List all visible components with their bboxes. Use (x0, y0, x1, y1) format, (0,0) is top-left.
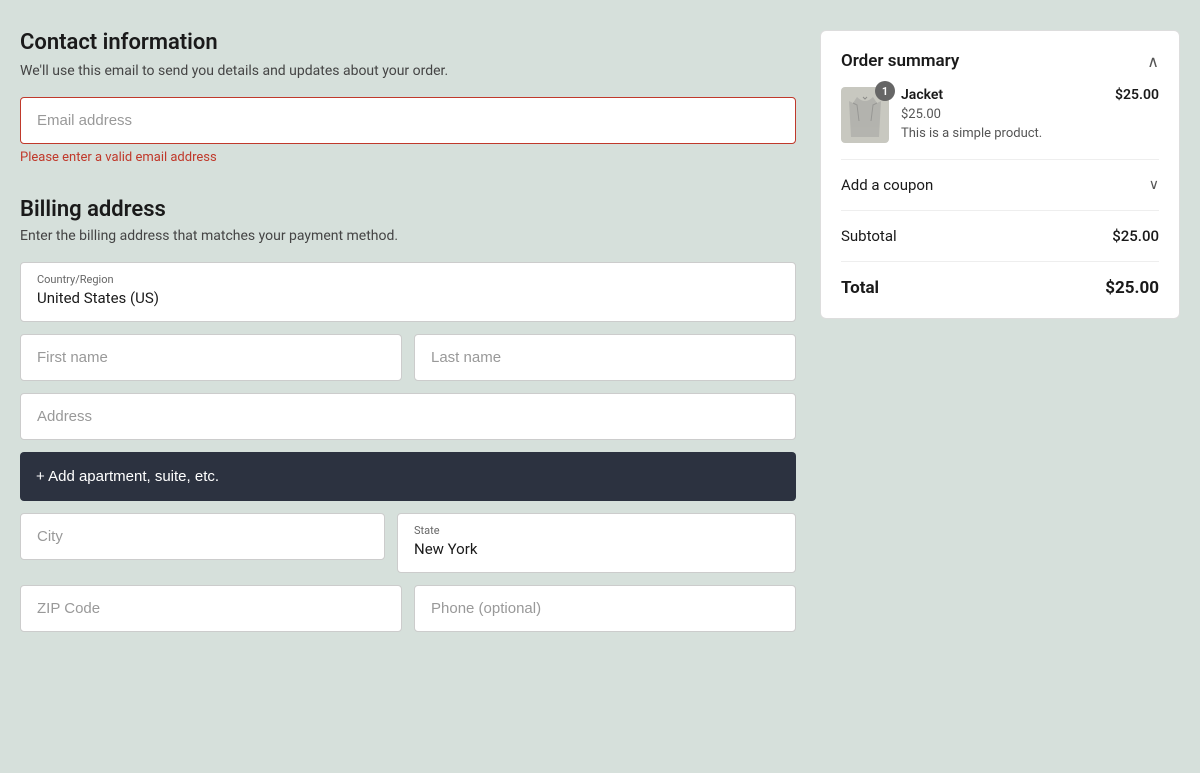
zip-field[interactable] (20, 585, 402, 632)
contact-section: Contact information We'll use this email… (20, 30, 796, 165)
billing-section: Billing address Enter the billing addres… (20, 197, 796, 632)
address-row (20, 393, 796, 440)
product-image-wrapper: 1 (841, 87, 889, 143)
subtotal-label: Subtotal (841, 227, 897, 245)
total-value: $25.00 (1105, 278, 1159, 298)
product-info: Jacket $25.00 This is a simple product. (901, 87, 1103, 141)
last-name-field[interactable] (414, 334, 796, 381)
page-container: Contact information We'll use this email… (20, 30, 1180, 632)
product-row: 1 Jacket $25.00 This is a simple product… (841, 87, 1159, 160)
add-apt-button[interactable]: + Add apartment, suite, etc. (20, 452, 796, 501)
name-row (20, 334, 796, 381)
state-label: State (414, 524, 779, 537)
chevron-down-icon: ∨ (1149, 177, 1159, 193)
city-state-row: State New York (20, 513, 796, 573)
zip-wrapper (20, 585, 402, 632)
coupon-label: Add a coupon (841, 176, 933, 194)
country-value: United States (US) (37, 289, 159, 307)
billing-subtitle: Enter the billing address that matches y… (20, 228, 796, 244)
right-column: Order summary ∧ 1 (820, 30, 1180, 632)
total-label: Total (841, 278, 879, 298)
order-summary-title: Order summary (841, 51, 959, 71)
country-field-wrapper: Country/Region United States (US) (20, 262, 796, 322)
product-price-sub: $25.00 (901, 107, 1103, 122)
order-summary-header: Order summary ∧ (841, 51, 1159, 71)
last-name-wrapper (414, 334, 796, 381)
city-field[interactable] (20, 513, 385, 560)
total-row: Total $25.00 (841, 278, 1159, 298)
subtotal-row: Subtotal $25.00 (841, 227, 1159, 262)
left-column: Contact information We'll use this email… (20, 30, 796, 632)
first-name-wrapper (20, 334, 402, 381)
billing-title: Billing address (20, 197, 796, 222)
address-field[interactable] (20, 393, 796, 440)
country-label: Country/Region (37, 273, 779, 286)
zip-phone-row (20, 585, 796, 632)
product-name: Jacket (901, 87, 1103, 103)
state-value: New York (414, 540, 477, 558)
contact-subtitle: We'll use this email to send you details… (20, 63, 796, 79)
chevron-up-icon[interactable]: ∧ (1147, 52, 1159, 71)
state-select[interactable]: State New York (397, 513, 796, 573)
city-wrapper (20, 513, 385, 573)
order-summary-card: Order summary ∧ 1 (820, 30, 1180, 319)
subtotal-value: $25.00 (1112, 227, 1159, 245)
product-price-main: $25.00 (1115, 87, 1159, 103)
first-name-field[interactable] (20, 334, 402, 381)
coupon-row[interactable]: Add a coupon ∨ (841, 176, 1159, 211)
phone-wrapper (414, 585, 796, 632)
product-badge: 1 (875, 81, 895, 101)
contact-title: Contact information (20, 30, 796, 55)
email-error: Please enter a valid email address (20, 150, 796, 165)
jacket-illustration (849, 93, 881, 137)
phone-field[interactable] (414, 585, 796, 632)
country-select[interactable]: Country/Region United States (US) (20, 262, 796, 322)
email-field[interactable] (20, 97, 796, 144)
product-description: This is a simple product. (901, 126, 1103, 141)
